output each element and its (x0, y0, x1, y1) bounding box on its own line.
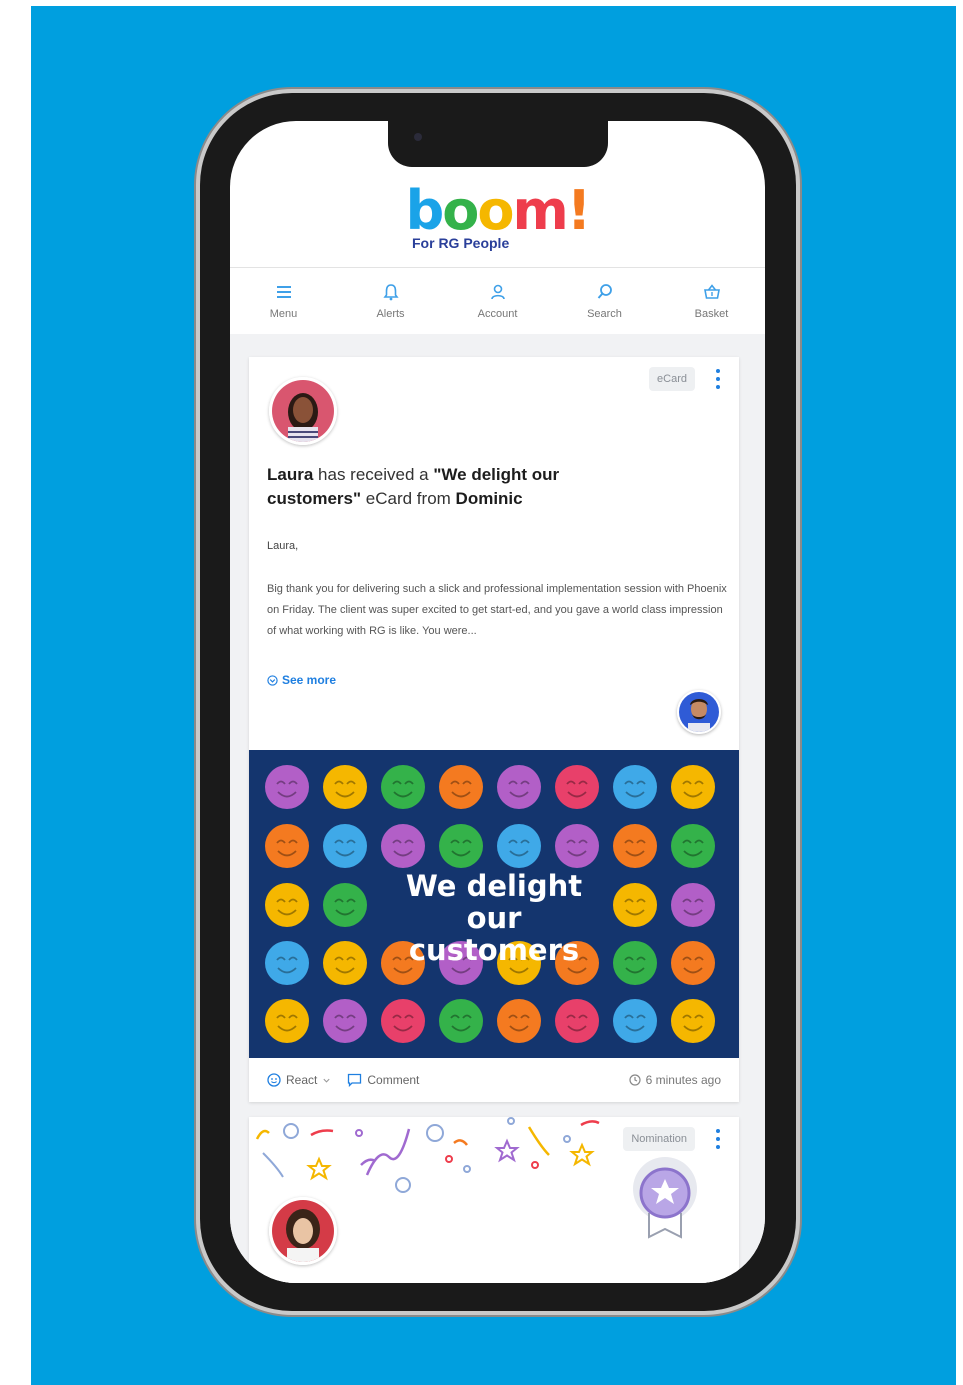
comment-icon (348, 1073, 362, 1087)
smiley-icon (267, 1073, 281, 1087)
headline-text: has received a (318, 465, 429, 484)
recipient-photo (272, 380, 334, 442)
smiley-face (265, 941, 309, 985)
nav-label: Alerts (376, 308, 405, 320)
recipient-name[interactable]: Laura (267, 465, 313, 484)
recipient-photo (272, 1200, 334, 1262)
post-type-badge: eCard (649, 367, 695, 391)
smiley-face (265, 824, 309, 868)
sender-avatar[interactable] (677, 690, 721, 734)
message-salutation: Laura, (267, 540, 299, 552)
smiley-face (381, 824, 425, 868)
smiley-face (439, 765, 483, 809)
smiley-face (613, 824, 657, 868)
smiley-face (323, 765, 367, 809)
smiley-face (497, 765, 541, 809)
notch (388, 121, 608, 167)
logo-tagline: For RG People (412, 235, 510, 251)
smiley-face (323, 999, 367, 1043)
smiley-face (323, 883, 367, 927)
smiley-face (671, 883, 715, 927)
phone-screen: boom! For RG People Menu Alerts Account … (230, 121, 765, 1283)
ecard-title: We delight our customers (381, 870, 607, 966)
bell-icon (382, 284, 399, 301)
smiley-face (497, 999, 541, 1043)
more-options-icon[interactable] (715, 1129, 721, 1149)
nav-label: Search (587, 308, 622, 320)
post-actions: React Comment 6 minutes ago (249, 1058, 739, 1102)
chevron-down-icon (323, 1078, 330, 1083)
message-body: Big thank you for delivering such a slic… (267, 583, 727, 637)
nav-label: Account (477, 308, 518, 320)
basket-icon (703, 284, 720, 299)
smiley-face (671, 765, 715, 809)
nav-item-alerts[interactable]: Alerts (337, 268, 444, 334)
ecard-title-line: our customers (408, 901, 580, 967)
logo-wordmark: boom! (230, 181, 765, 241)
smiley-face (265, 765, 309, 809)
activity-feed[interactable]: eCard Laura has received a "We delight o… (230, 334, 765, 1283)
post-timestamp: 6 minutes ago (629, 1073, 721, 1087)
nav-item-account[interactable]: Account (444, 268, 551, 334)
smiley-face (555, 999, 599, 1043)
smiley-face (555, 765, 599, 809)
search-icon (597, 284, 612, 299)
smiley-face (613, 883, 657, 927)
smiley-face (555, 824, 599, 868)
smiley-face (323, 941, 367, 985)
post-type-badge: Nomination (623, 1127, 695, 1151)
smiley-face (265, 883, 309, 927)
nav-item-menu[interactable]: Menu (230, 268, 337, 334)
react-button[interactable]: React (267, 1073, 331, 1087)
logo-letter: ! (566, 179, 592, 242)
smiley-face (671, 941, 715, 985)
user-icon (490, 284, 505, 300)
smiley-face (671, 999, 715, 1043)
top-nav: Menu Alerts Account Search Basket (230, 267, 765, 335)
avatar[interactable] (269, 1197, 337, 1265)
avatar[interactable] (269, 377, 337, 445)
menu-icon (276, 286, 291, 298)
comment-label: Comment (367, 1073, 420, 1087)
feed-card-nomination: Nomination (249, 1117, 739, 1283)
comment-button[interactable]: Comment (347, 1073, 419, 1087)
nav-item-search[interactable]: Search (551, 268, 658, 334)
timestamp-label: 6 minutes ago (645, 1073, 721, 1087)
expand-icon (267, 674, 278, 686)
sender-photo (679, 692, 719, 732)
more-options-icon[interactable] (715, 369, 721, 389)
post-headline: Laura has received a "We delight our cus… (267, 463, 627, 511)
sender-name[interactable]: Dominic (456, 489, 523, 508)
logo-letter: o (477, 179, 514, 242)
logo-letter: m (512, 179, 568, 242)
logo-letter: b (405, 179, 445, 242)
smiley-face (381, 999, 425, 1043)
smiley-face (265, 999, 309, 1043)
nav-label: Menu (269, 308, 298, 320)
ecard-image[interactable]: We delight our customers (249, 750, 739, 1058)
logo-letter: o (442, 179, 479, 242)
smiley-face (613, 941, 657, 985)
see-more-label: See more (282, 673, 337, 687)
nav-item-basket[interactable]: Basket (658, 268, 765, 334)
smiley-face (497, 824, 541, 868)
smiley-face (613, 765, 657, 809)
clock-icon (629, 1074, 641, 1086)
smiley-face (671, 824, 715, 868)
see-more-link[interactable]: See more (267, 673, 336, 687)
app-logo[interactable]: boom! (230, 181, 765, 241)
smiley-face (439, 999, 483, 1043)
nav-label: Basket (694, 308, 729, 320)
smiley-face (381, 765, 425, 809)
front-camera (414, 133, 422, 141)
ecard-title-line: We delight (405, 869, 583, 903)
smiley-face (323, 824, 367, 868)
smiley-face (439, 824, 483, 868)
headline-text: eCard from (365, 489, 451, 508)
smiley-face (613, 999, 657, 1043)
feed-card-ecard: eCard Laura has received a "We delight o… (249, 357, 739, 1102)
react-label: React (286, 1073, 318, 1087)
